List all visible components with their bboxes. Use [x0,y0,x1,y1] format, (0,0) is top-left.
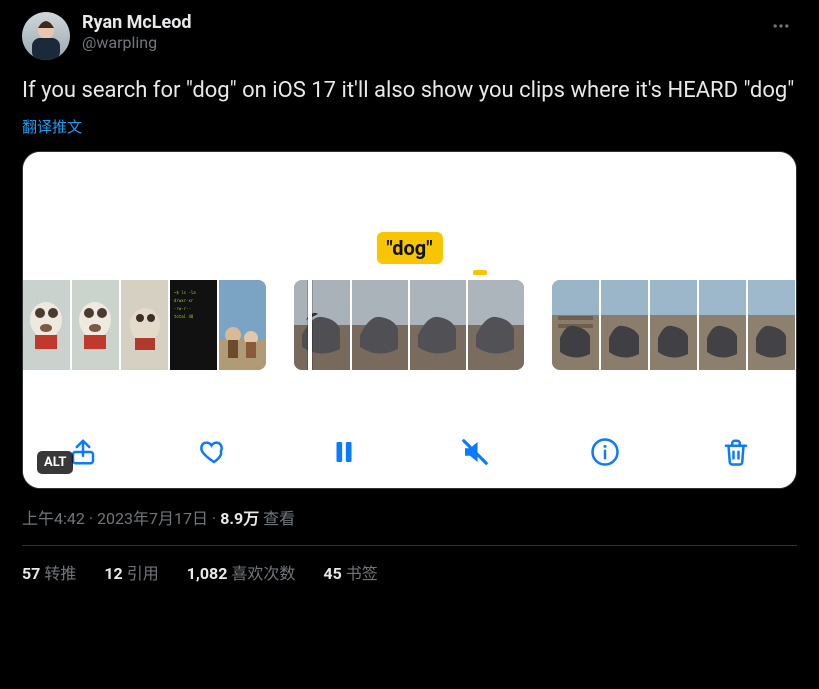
clip-frame [748,280,795,370]
tweet-text: If you search for "dog" on iOS 17 it'll … [22,76,797,106]
clip-frame [121,280,168,370]
clip-frame [219,280,266,370]
bookmarks-stat[interactable]: 45书签 [323,560,377,584]
playhead[interactable] [308,280,312,370]
svg-text:total 48: total 48 [174,314,194,319]
clip-frame [294,280,350,370]
date[interactable]: 2023年7月17日 [97,509,208,528]
tweet-container: Ryan McLeod @warpling If you search for … [0,0,819,584]
pause-icon[interactable] [328,436,360,468]
clip-frame: ~$ ls -la drwxr-xr -rw-r-- total 48 [170,280,217,370]
tweet-stats: 57转推 12引用 1,082喜欢次数 45书签 [22,560,797,584]
author-names: Ryan McLeod @warpling [82,12,192,52]
divider [22,545,797,546]
retweets-stat[interactable]: 57转推 [22,560,76,584]
info-icon[interactable] [589,436,621,468]
clip-group [552,280,795,370]
more-button[interactable] [765,10,797,42]
media-card[interactable]: "dog" ~$ ls -la drwxr-xr -rw-r-- total 48 [22,151,797,489]
views-label: 查看 [263,509,295,528]
caption-chip: "dog" [376,232,442,264]
clip-frame [23,280,70,370]
clip-frame [352,280,408,370]
views-count[interactable]: 8.9万 [220,509,259,528]
clip-frame [699,280,746,370]
clip-group: ~$ ls -la drwxr-xr -rw-r-- total 48 [23,280,266,370]
clip-frame [72,280,119,370]
svg-text:drwxr-xr: drwxr-xr [174,298,194,303]
clip-frame [410,280,466,370]
clip-frame [650,280,697,370]
tweet-header: Ryan McLeod @warpling [22,12,797,60]
clip-frame [601,280,648,370]
media-inner: "dog" ~$ ls -la drwxr-xr -rw-r-- total 48 [23,152,796,488]
display-name[interactable]: Ryan McLeod [82,12,192,33]
video-scrubber[interactable]: ~$ ls -la drwxr-xr -rw-r-- total 48 [23,280,796,370]
clip-frame [552,280,599,370]
handle[interactable]: @warpling [82,33,192,52]
translate-link[interactable]: 翻译推文 [22,116,82,137]
clip-frame [468,280,524,370]
media-controls [23,436,796,468]
speaker-muted-icon[interactable] [459,436,491,468]
trash-icon[interactable] [720,436,752,468]
heart-icon[interactable] [198,436,230,468]
quotes-stat[interactable]: 12引用 [104,560,158,584]
likes-stat[interactable]: 1,082喜欢次数 [187,560,296,584]
svg-text:-rw-r--: -rw-r-- [174,306,191,311]
svg-text:~$ ls -la: ~$ ls -la [174,290,196,295]
avatar[interactable] [22,12,70,60]
time[interactable]: 上午4:42 [22,509,85,528]
clip-group-active [294,280,524,370]
alt-badge[interactable]: ALT [37,451,73,474]
marker-tick [473,270,487,275]
tweet-meta: 上午4:42·2023年7月17日·8.9万 查看 [22,505,797,529]
